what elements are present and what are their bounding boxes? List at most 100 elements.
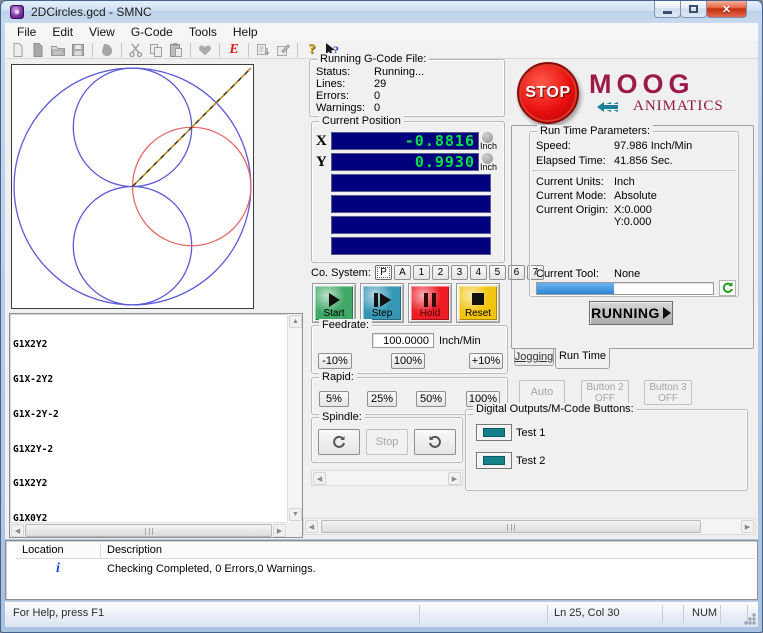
num-lock-indicator: NUM [692,607,718,619]
close-icon: ✕ [721,3,732,16]
feedrate-plus-button[interactable]: +10% [469,353,503,369]
button-3-off[interactable]: Button 3 OFF [644,380,692,405]
close-button[interactable]: ✕ [706,1,747,18]
step-icon [373,293,391,307]
reset-button[interactable]: Reset [456,283,500,323]
gcode-line[interactable]: G1X-2Y2 [12,374,286,386]
scroll-right-icon[interactable]: ▶ [448,472,461,485]
minimize-button[interactable] [654,1,681,18]
co-system-a-button[interactable]: A [393,265,411,280]
main-client-area: G1X2Y2 G1X-2Y2 G1X-2Y-2 G1X2Y-2 G1X2Y2 G… [5,53,758,539]
tab-run-time[interactable]: Run Time [555,348,610,369]
scroll-left-icon[interactable]: ◀ [305,520,318,533]
menu-tools[interactable]: Tools [181,24,225,40]
feedrate-minus-button[interactable]: -10% [318,353,352,369]
run-progress-bar [536,282,714,295]
paste-icon[interactable] [167,42,185,58]
tool-settings-icon[interactable] [274,42,292,58]
middle-pane-scrollbar[interactable]: ◀ ▶ [311,470,463,486]
gcode-line[interactable]: G1X2Y-2 [12,444,286,456]
message-description: Checking Completed, 0 Errors,0 Warnings. [107,563,316,575]
rapid-25-button[interactable]: 25% [367,391,397,407]
print-icon[interactable] [98,42,116,58]
co-system-3-button[interactable]: 3 [450,265,468,280]
open-folder-icon[interactable] [49,42,67,58]
digital-outputs-title: Digital Outputs/M-Code Buttons: [473,403,637,415]
gcode-line[interactable]: G1X2Y2 [12,478,286,490]
feedrate-group: Feedrate: Inch/Min -10% 100% +10% [311,319,508,374]
tab-jogging[interactable]: Jogging [514,349,554,366]
app-icon [10,5,24,19]
maximize-icon [689,5,698,13]
step-button[interactable]: Step [360,283,404,323]
start-button[interactable]: Start [312,283,356,323]
open-file-icon[interactable] [29,42,47,58]
menu-file[interactable]: File [9,24,44,40]
current-mode-value: Absolute [614,190,657,202]
spindle-ccw-button[interactable] [414,429,456,455]
scroll-right-icon[interactable]: ▶ [741,520,754,533]
emergency-stop-button[interactable]: STOP [517,62,579,124]
status-help-text: For Help, press F1 [13,607,105,619]
test1-label: Test 1 [516,427,546,439]
cut-icon[interactable] [127,42,145,58]
scroll-left-icon[interactable]: ◀ [11,524,24,537]
co-system-5-button[interactable]: 5 [488,265,506,280]
axis-display-empty [331,237,491,255]
feedrate-100-button[interactable]: 100% [391,353,425,369]
spindle-title: Spindle: [319,411,365,423]
test2-output-button[interactable] [476,452,512,469]
description-column-header[interactable]: Description [101,543,755,558]
estop-icon[interactable]: E [225,42,243,58]
co-system-1-button[interactable]: 1 [412,265,430,280]
gcode-list[interactable]: G1X2Y2 G1X-2Y2 G1X-2Y-2 G1X2Y-2 G1X2Y2 G… [9,313,303,538]
resize-grip[interactable] [743,612,756,625]
gcode-line[interactable]: G1X0Y2 [12,513,286,521]
speed-label: Speed: [536,140,571,152]
auto-button[interactable]: Auto [519,380,565,404]
test1-output-button[interactable] [476,424,512,441]
scroll-right-icon[interactable]: ▶ [273,524,286,537]
right-pane-scrollbar[interactable]: ◀ ▶ [303,518,756,535]
new-file-icon[interactable] [9,42,27,58]
co-system-4-button[interactable]: 4 [469,265,487,280]
gcode-vertical-scrollbar[interactable]: ▲ ▼ [287,314,302,522]
maximize-button[interactable] [680,1,707,18]
favorites-icon[interactable] [196,42,214,58]
save-icon[interactable] [69,42,87,58]
scroll-left-icon[interactable]: ◀ [313,472,326,485]
spindle-cw-button[interactable] [318,429,360,455]
gcode-line[interactable]: G1X2Y2 [12,339,286,351]
running-status-button[interactable]: RUNNING [589,301,673,325]
scroll-up-icon[interactable]: ▲ [289,315,302,328]
rapid-50-button[interactable]: 50% [416,391,446,407]
gcode-horizontal-scrollbar[interactable]: ◀ ▶ [10,522,287,537]
rapid-title: Rapid: [319,371,357,383]
scrollbar-thumb[interactable] [25,524,272,537]
button-2-off[interactable]: Button 2 OFF [581,380,629,405]
location-column-header[interactable]: Location [16,543,101,558]
gcode-line[interactable]: G1X-2Y-2 [12,409,286,421]
menu-help[interactable]: Help [225,24,266,40]
co-system-2-button[interactable]: 2 [431,265,449,280]
title-bar[interactable]: 2DCircles.gcd - SMNC ✕ [2,1,761,23]
scrollbar-thumb[interactable] [321,520,701,533]
copy-icon[interactable] [147,42,165,58]
scroll-down-icon[interactable]: ▼ [289,508,302,521]
message-row[interactable]: i Checking Completed, 0 Errors,0 Warning… [16,561,316,577]
hold-button[interactable]: Hold [408,283,452,323]
refresh-icon[interactable] [719,280,736,299]
spindle-group: Spindle: Stop [311,411,463,463]
menu-gcode[interactable]: G-Code [123,24,181,40]
co-system-p-button[interactable]: P [374,265,392,280]
feedrate-input[interactable] [372,333,434,348]
menu-view[interactable]: View [81,24,123,40]
divider [720,605,721,623]
divider [662,605,663,623]
animatics-logo-icon [597,101,618,112]
moog-animatics-logo: MOOG ANIMATICS [589,71,754,115]
check-gcode-icon[interactable] [254,42,272,58]
spindle-stop-button[interactable]: Stop [366,429,408,455]
rapid-5-button[interactable]: 5% [319,391,349,407]
menu-edit[interactable]: Edit [44,24,81,40]
